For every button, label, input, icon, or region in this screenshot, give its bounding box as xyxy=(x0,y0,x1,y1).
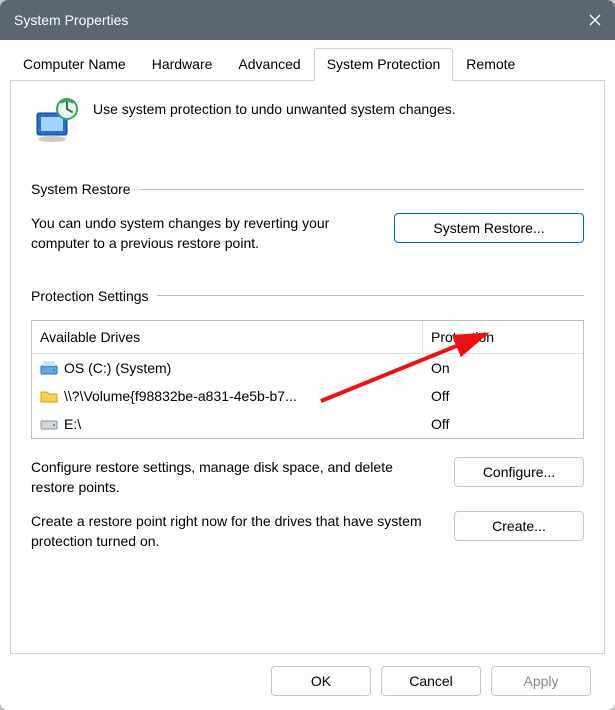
apply-button: Apply xyxy=(491,666,591,696)
tab-system-protection[interactable]: System Protection xyxy=(314,48,454,81)
group-system-restore: System Restore You can undo system chang… xyxy=(31,181,584,254)
ok-button[interactable]: OK xyxy=(271,666,371,696)
close-button[interactable] xyxy=(575,0,615,40)
client-area: Computer Name Hardware Advanced System P… xyxy=(0,40,615,710)
intro-text: Use system protection to undo unwanted s… xyxy=(93,101,456,117)
configure-button[interactable]: Configure... xyxy=(454,457,584,487)
table-row[interactable]: E:\ Off xyxy=(32,410,583,438)
drives-table-header: Available Drives Protection xyxy=(32,321,583,354)
create-description: Create a restore point right now for the… xyxy=(31,511,438,552)
close-icon xyxy=(588,13,602,27)
divider xyxy=(157,295,584,296)
cancel-button[interactable]: Cancel xyxy=(381,666,481,696)
drive-e-icon xyxy=(40,415,58,433)
drive-status: Off xyxy=(423,410,583,438)
group-heading-restore: System Restore xyxy=(31,181,131,197)
drive-status: Off xyxy=(423,382,583,410)
tab-computer-name[interactable]: Computer Name xyxy=(10,48,139,81)
folder-icon xyxy=(40,387,58,405)
dialog-footer: OK Cancel Apply xyxy=(10,654,605,710)
configure-description: Configure restore settings, manage disk … xyxy=(31,457,438,498)
col-header-drives: Available Drives xyxy=(32,321,423,353)
drive-name: \\?\Volume{f98832be-a831-4e5b-b7... xyxy=(64,388,297,404)
drive-name: OS (C:) (System) xyxy=(64,360,171,376)
titlebar: System Properties xyxy=(0,0,615,40)
drive-c-icon xyxy=(40,359,58,377)
table-row[interactable]: OS (C:) (System) On xyxy=(32,354,583,382)
system-properties-window: System Properties Computer Name Hardware… xyxy=(0,0,615,710)
intro-row: Use system protection to undo unwanted s… xyxy=(31,97,584,145)
group-protection-settings: Protection Settings Available Drives Pro… xyxy=(31,288,584,552)
create-button[interactable]: Create... xyxy=(454,511,584,541)
system-protection-icon xyxy=(31,97,79,145)
tab-panel-system-protection: Use system protection to undo unwanted s… xyxy=(10,81,605,654)
system-restore-button[interactable]: System Restore... xyxy=(394,213,584,243)
drives-table: Available Drives Protection OS (C:) (Sys… xyxy=(31,320,584,439)
table-row[interactable]: \\?\Volume{f98832be-a831-4e5b-b7... Off xyxy=(32,382,583,410)
restore-description: You can undo system changes by reverting… xyxy=(31,213,378,254)
drive-status: On xyxy=(423,354,583,382)
tab-remote[interactable]: Remote xyxy=(453,48,528,81)
drive-name: E:\ xyxy=(64,416,81,432)
divider xyxy=(139,189,584,190)
tab-hardware[interactable]: Hardware xyxy=(139,48,226,81)
col-header-protection: Protection xyxy=(423,321,583,353)
tab-advanced[interactable]: Advanced xyxy=(225,48,313,81)
group-heading-protection: Protection Settings xyxy=(31,288,149,304)
window-title: System Properties xyxy=(14,12,575,28)
tabstrip: Computer Name Hardware Advanced System P… xyxy=(10,48,605,81)
